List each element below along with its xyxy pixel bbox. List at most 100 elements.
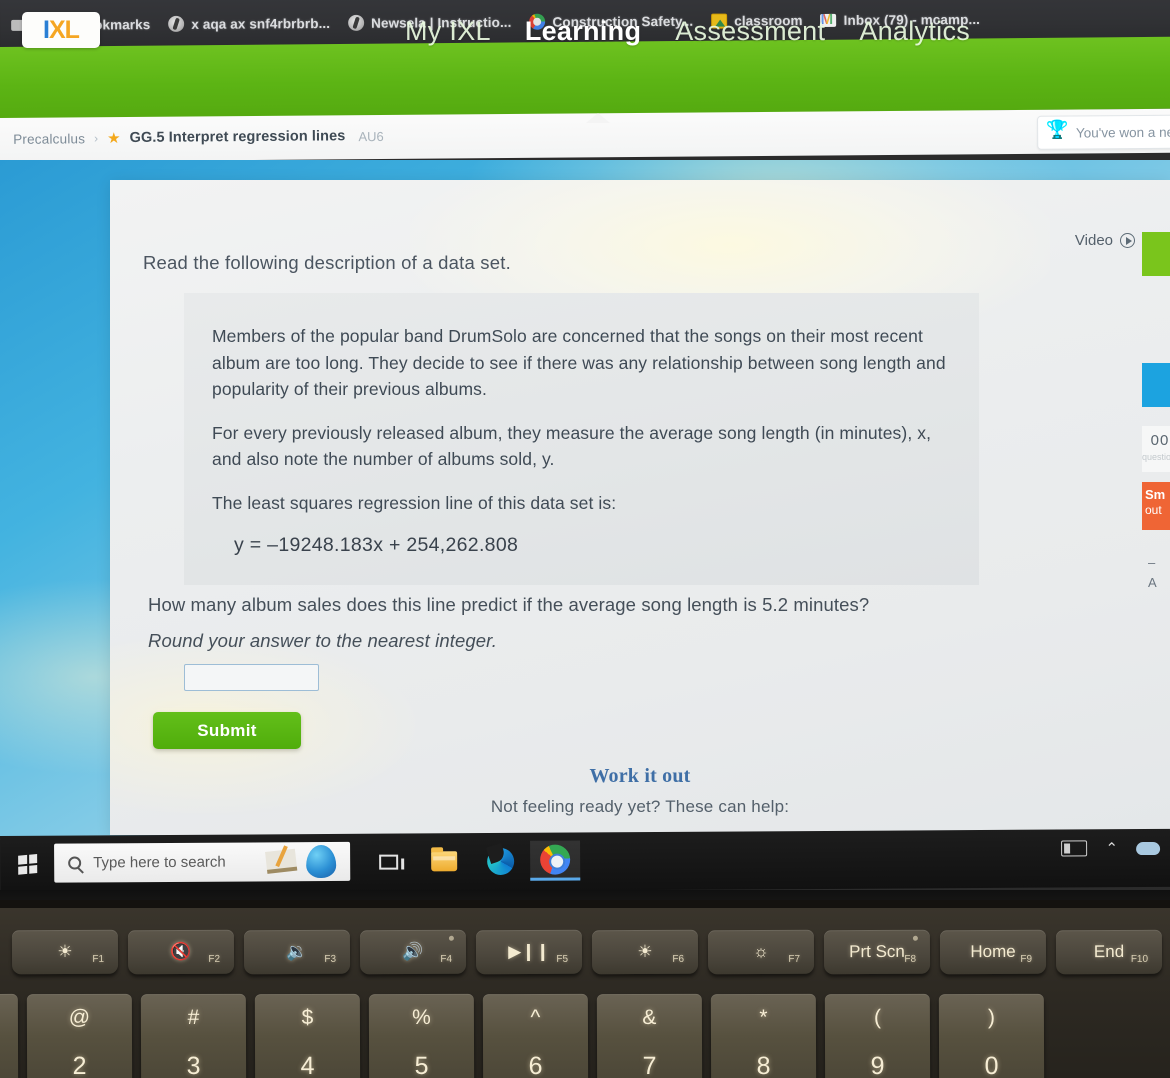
key-5[interactable]: % 5 xyxy=(368,993,475,1078)
taskbar-search-input[interactable]: Type here to search xyxy=(54,841,351,883)
volume-down-icon: 🔉 xyxy=(286,941,308,962)
screen-bezel xyxy=(0,890,1170,900)
play-pause-icon: ▶❙❙ xyxy=(508,941,550,962)
fkey-label: F7 xyxy=(788,953,801,965)
task-view-icon[interactable] xyxy=(366,841,410,881)
description-paragraph-3: The least squares regression line of thi… xyxy=(212,492,617,513)
print-screen-key[interactable]: Prt Scn F8 xyxy=(823,929,931,975)
key-upper-glyph: & xyxy=(642,1005,657,1030)
key-lower-glyph: 9 xyxy=(870,1051,885,1078)
key-lower-glyph: 2 xyxy=(72,1051,87,1078)
nav-active-caret xyxy=(586,113,610,123)
end-key-label: End xyxy=(1093,941,1125,962)
key-3[interactable]: # 3 xyxy=(140,993,247,1078)
end-key[interactable]: End F10 xyxy=(1055,929,1163,975)
onedrive-cloud-icon[interactable] xyxy=(1136,841,1161,855)
bookmark-aqa[interactable]: x aqa ax snf4rbrbrb... xyxy=(159,12,339,35)
ixl-logo[interactable]: IXL xyxy=(22,12,100,48)
notebook-pencil-icon xyxy=(265,848,298,874)
search-illustration xyxy=(254,842,350,882)
rail-green-badge[interactable] xyxy=(1142,232,1170,276)
volume-down-key[interactable]: 🔉 F3 xyxy=(243,929,351,975)
volume-up-key[interactable]: 🔊 F4 xyxy=(359,929,467,975)
breadcrumb-skill-code: AU6 xyxy=(358,128,384,144)
nav-links: My IXL Learning Assessment Analytics xyxy=(405,16,970,47)
print-screen-label: Prt Scn xyxy=(849,941,905,962)
bookmark-label: x aqa ax snf4rbrbrb... xyxy=(191,15,331,32)
rail-dash-text: – xyxy=(1148,555,1156,570)
play-pause-key[interactable]: ▶❙❙ F5 xyxy=(475,929,583,975)
volume-up-icon: 🔊 xyxy=(402,941,424,962)
file-explorer-icon[interactable] xyxy=(422,841,466,881)
key-upper-glyph: * xyxy=(759,1005,768,1030)
key-upper-glyph: ) xyxy=(987,1005,995,1030)
description-paragraph-2: For every previously released album, the… xyxy=(212,422,932,470)
regression-equation: y = –19248.183x + 254,262.808 xyxy=(234,533,519,556)
key-6[interactable]: ^ 6 xyxy=(482,993,589,1078)
work-it-out-section: Work it out Not feeling ready yet? These… xyxy=(110,765,1170,817)
video-link[interactable]: Video xyxy=(1075,232,1135,249)
key-2[interactable]: @ 2 xyxy=(26,993,133,1078)
key-8[interactable]: * 8 xyxy=(710,993,817,1078)
right-side-panel: 00 questions Sm out – A xyxy=(1138,180,1170,680)
brightness-up-key[interactable]: ☼ F7 xyxy=(707,929,815,975)
key-lower-glyph: 4 xyxy=(300,1051,315,1078)
battery-icon[interactable] xyxy=(1061,840,1088,857)
nav-analytics[interactable]: Analytics xyxy=(859,16,970,47)
nav-my-ixl[interactable]: My IXL xyxy=(405,16,491,47)
logo-letter-x: X xyxy=(48,15,66,44)
home-key[interactable]: Home F9 xyxy=(939,929,1047,975)
key-upper-glyph: @ xyxy=(68,1005,91,1030)
key-led-indicator xyxy=(912,935,918,941)
video-label: Video xyxy=(1074,232,1113,249)
submit-button[interactable]: Submit xyxy=(153,712,301,749)
fkey-label: F1 xyxy=(92,953,105,965)
fkey-label: F2 xyxy=(208,953,221,965)
windows-start-icon[interactable] xyxy=(6,844,48,884)
answer-input[interactable] xyxy=(184,664,319,691)
nav-assessment[interactable]: Assessment xyxy=(675,16,825,47)
key-9[interactable]: ( 9 xyxy=(824,993,931,1078)
windows-taskbar: Type here to search ⌃ xyxy=(0,828,1170,894)
rail-char-text: A xyxy=(1148,575,1157,590)
key-1[interactable]: ! 1 xyxy=(0,993,19,1078)
ixl-top-nav xyxy=(0,36,1170,119)
breadcrumb-skill: GG.5 Interpret regression lines xyxy=(129,128,346,146)
question-prompt: Read the following description of a data… xyxy=(143,252,511,273)
search-placeholder: Type here to search xyxy=(93,853,226,872)
number-key-row: ! 1 @ 2 # 3 $ 4 % 5 ^ 6 & 7 * 8 xyxy=(0,993,1170,1078)
key-upper-glyph: ^ xyxy=(530,1005,541,1030)
breadcrumb-subject[interactable]: Precalculus xyxy=(13,131,85,147)
mute-key[interactable]: 🔇 F2 xyxy=(127,929,235,975)
show-hidden-icons-chevron[interactable]: ⌃ xyxy=(1105,839,1118,857)
key-4[interactable]: $ 4 xyxy=(254,993,361,1078)
breadcrumb: Precalculus › ★ GG.5 Interpret regressio… xyxy=(13,127,384,148)
award-notification[interactable]: You've won a ne xyxy=(1036,114,1170,150)
fkey-label: F6 xyxy=(672,953,685,965)
search-icon xyxy=(68,856,82,870)
data-set-description-box: Members of the popular band DrumSolo are… xyxy=(184,293,979,585)
google-chrome-icon[interactable] xyxy=(530,840,581,881)
key-lower-glyph: 5 xyxy=(414,1051,429,1078)
windows-logo xyxy=(17,853,37,875)
site-icon xyxy=(168,15,185,32)
function-key-row: ☀ F1 🔇 F2 🔉 F3 🔊 F4 ▶❙❙ F5 ☀ F6 ☼ F7 Prt… xyxy=(0,929,1170,980)
key-7[interactable]: & 7 xyxy=(596,993,703,1078)
key-upper-glyph: # xyxy=(187,1005,200,1030)
rounding-instruction: Round your answer to the nearest integer… xyxy=(148,630,497,651)
work-it-out-title[interactable]: Work it out xyxy=(110,765,1170,788)
keyboard-backlight-key[interactable]: ☀ F1 xyxy=(11,929,119,975)
breadcrumb-separator-icon: › xyxy=(94,131,99,146)
rail-blue-badge[interactable] xyxy=(1142,363,1170,407)
trophy-icon xyxy=(1046,122,1068,144)
brightness-down-key[interactable]: ☀ F6 xyxy=(591,929,699,975)
nav-learning[interactable]: Learning xyxy=(525,16,641,47)
microsoft-edge-icon[interactable] xyxy=(478,841,522,881)
smart-score-banner[interactable]: Sm out xyxy=(1142,482,1170,530)
fkey-label: F5 xyxy=(556,953,569,965)
system-tray: ⌃ xyxy=(1061,839,1161,858)
key-lower-glyph: 0 xyxy=(984,1051,999,1078)
key-0[interactable]: ) 0 xyxy=(938,993,1045,1078)
laptop-keyboard: ☀ F1 🔇 F2 🔉 F3 🔊 F4 ▶❙❙ F5 ☀ F6 ☼ F7 Prt… xyxy=(0,908,1170,1078)
favorite-star-icon[interactable]: ★ xyxy=(107,129,121,147)
